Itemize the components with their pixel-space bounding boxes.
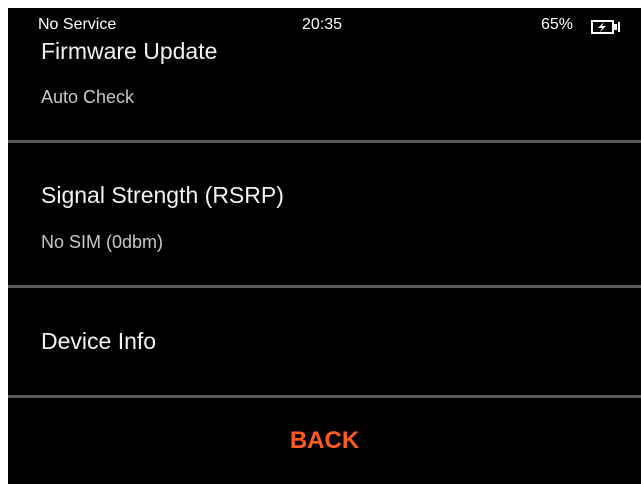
back-button[interactable]: BACK xyxy=(8,398,641,484)
signal-strength-item[interactable]: Signal Strength (RSRP) No SIM (0dbm) xyxy=(8,143,641,285)
firmware-update-value: Auto Check xyxy=(41,87,135,107)
signal-strength-title: Signal Strength (RSRP) xyxy=(41,182,284,208)
battery-charging-icon xyxy=(591,20,620,34)
device-info-item[interactable]: Device Info xyxy=(8,288,641,395)
battery-percent: 65% xyxy=(541,16,574,33)
signal-strength-value: No SIM (0dbm) xyxy=(41,232,164,252)
device-info-title: Device Info xyxy=(41,328,157,354)
clock: 20:35 xyxy=(302,16,343,33)
firmware-update-title: Firmware Update xyxy=(41,38,218,64)
device-screen: No Service 20:35 65% Firmware Update Aut… xyxy=(8,8,641,484)
carrier-status: No Service xyxy=(38,16,117,33)
status-bar: No Service 20:35 65% xyxy=(8,8,641,38)
